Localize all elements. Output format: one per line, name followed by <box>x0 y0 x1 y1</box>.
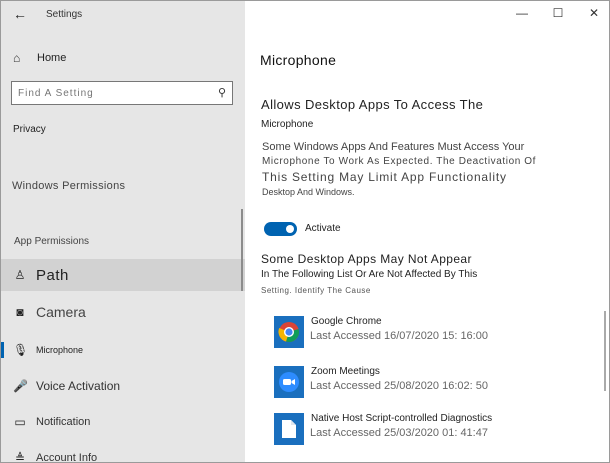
last-accessed: Last Accessed 25/08/2020 16:02: 50 <box>310 380 488 392</box>
voice-activation-icon: 🎤 <box>13 379 28 393</box>
search-icon[interactable]: ⚲ <box>218 86 226 99</box>
minimize-icon[interactable]: — <box>514 6 530 20</box>
app-permissions-heading: App Permissions <box>14 236 90 247</box>
zoom-icon <box>274 366 304 398</box>
description-line: Desktop And Windows. <box>262 187 355 197</box>
note-line: Some Desktop Apps May Not Appear <box>261 252 472 266</box>
description-line: This Setting May Limit App Functionality <box>262 170 507 184</box>
main-scrollbar[interactable] <box>604 311 606 391</box>
last-accessed: Last Accessed 16/07/2020 15: 16:00 <box>310 330 488 342</box>
privacy-heading: Privacy <box>13 124 46 135</box>
description-line: Microphone To Work As Expected. The Deac… <box>262 156 537 167</box>
search-box[interactable]: ⚲ <box>11 81 233 105</box>
section-title: Allows Desktop Apps To Access The <box>261 97 484 112</box>
app-name: Native Host Script-controlled Diagnostic… <box>311 413 493 424</box>
notification-icon: ▭ <box>14 415 26 429</box>
home-label: Home <box>37 52 67 64</box>
chrome-icon <box>274 316 304 348</box>
microphone-toggle[interactable] <box>264 222 297 236</box>
sidebar-item-camera[interactable]: ◙ Camera <box>1 296 245 328</box>
sidebar-item-label: Account Info <box>36 452 98 463</box>
sidebar-scrollbar[interactable] <box>241 209 243 291</box>
last-accessed: Last Accessed 25/03/2020 01: 41:47 <box>310 427 488 439</box>
home-icon: ⌂ <box>13 51 21 65</box>
document-icon <box>274 413 304 445</box>
description-line: Some Windows Apps And Features Must Acce… <box>262 141 525 153</box>
list-item: Native Host Script-controlled Diagnostic… <box>274 413 594 445</box>
section-title-continued: Microphone <box>261 119 314 130</box>
search-input[interactable] <box>18 85 208 101</box>
app-name: Google Chrome <box>311 316 382 327</box>
close-icon[interactable]: ✕ <box>586 6 602 20</box>
camera-icon: ◙ <box>16 305 24 319</box>
sidebar-item-label: Camera <box>36 304 86 320</box>
toggle-knob <box>286 225 294 233</box>
location-icon: ♙ <box>14 268 26 282</box>
sidebar-item-label: Notification <box>36 416 91 428</box>
sidebar-item-voice-activation[interactable]: 🎤 Voice Activation <box>1 370 245 402</box>
sidebar-item-label: Voice Activation <box>36 379 121 393</box>
sidebar-item-account-info[interactable]: ≜ Account Info <box>1 442 245 463</box>
sidebar-item-path[interactable]: ♙ Path <box>1 259 245 291</box>
back-arrow-icon[interactable]: ← <box>13 6 29 22</box>
account-info-icon: ≜ <box>14 451 26 463</box>
sidebar-item-label: Microphone <box>36 345 84 355</box>
windows-permissions-heading: Windows Permissions <box>12 180 126 192</box>
sidebar-item-notification[interactable]: ▭ Notification <box>1 406 245 438</box>
maximize-icon[interactable]: ☐ <box>550 6 566 20</box>
list-item: Google Chrome Last Accessed 16/07/2020 1… <box>274 316 594 348</box>
selection-indicator <box>1 342 4 358</box>
app-title: Settings <box>46 9 83 20</box>
note-line: Setting. Identify The Cause <box>261 286 371 295</box>
note-line: In The Following List Or Are Not Affecte… <box>261 269 478 280</box>
toggle-label: Activate <box>305 223 341 234</box>
sidebar: ← Settings ⌂ Home ⚲ Privacy Windows Perm… <box>1 1 245 463</box>
sidebar-item-label: Path <box>36 266 69 284</box>
sidebar-item-microphone[interactable]: 🎙 Microphone <box>1 334 245 366</box>
microphone-icon: 🎙 <box>13 343 29 357</box>
app-name: Zoom Meetings <box>311 366 380 377</box>
page-title: Microphone <box>260 52 337 68</box>
home-nav-item[interactable]: ⌂ Home <box>13 50 66 66</box>
list-item: Zoom Meetings Last Accessed 25/08/2020 1… <box>274 366 594 398</box>
settings-window: ← Settings ⌂ Home ⚲ Privacy Windows Perm… <box>0 0 610 463</box>
